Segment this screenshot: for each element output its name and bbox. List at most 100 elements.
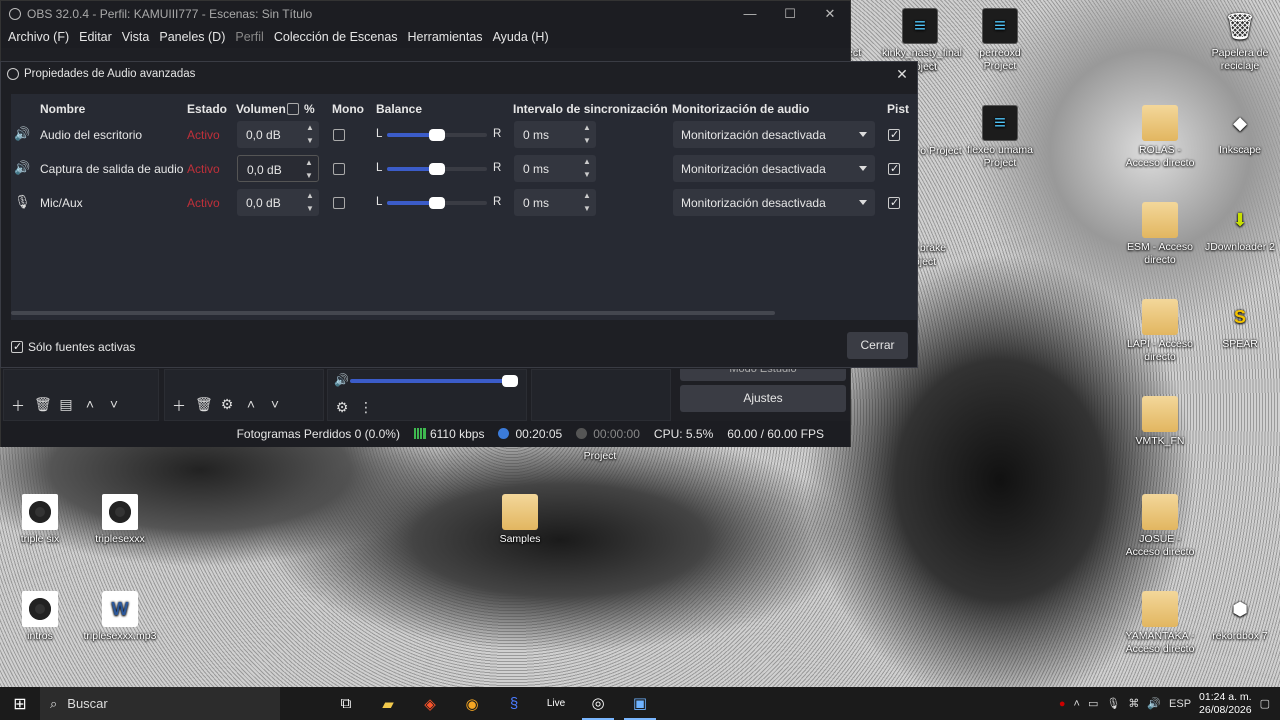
- more-vertical-icon[interactable]: ⋮: [358, 399, 374, 416]
- sync-offset-spinbox[interactable]: 0 ms ▲ ▼: [514, 189, 596, 216]
- chevron-up-icon[interactable]: ˄: [1074, 698, 1080, 710]
- menu-tools[interactable]: Herramientas: [403, 30, 488, 44]
- menu-profile[interactable]: Perfil: [230, 30, 268, 44]
- mono-checkbox[interactable]: [333, 129, 345, 141]
- settings-button[interactable]: Ajustes: [680, 385, 846, 412]
- chevron-up-icon[interactable]: ▲: [300, 156, 318, 169]
- desktop-icon-audio-file[interactable]: triple six: [2, 494, 78, 546]
- language-indicator[interactable]: ESP: [1169, 698, 1191, 710]
- balance-slider[interactable]: [387, 197, 487, 209]
- menu-docks[interactable]: Paneles (D): [154, 30, 230, 44]
- monitoring-select[interactable]: Monitorización desactivada: [673, 155, 875, 182]
- desktop-icon-spear[interactable]: S SPEAR: [1202, 299, 1278, 351]
- sync-offset-spinbox[interactable]: 0 ms ▲ ▼: [514, 121, 596, 148]
- app-tray-icon[interactable]: ●: [1059, 698, 1066, 710]
- chevron-up-icon[interactable]: ▲: [301, 121, 319, 134]
- microphone-icon[interactable]: 🎙: [1106, 697, 1120, 710]
- studio-mode-button[interactable]: Modo Estudio: [680, 369, 846, 381]
- volume-icon[interactable]: 🔊: [1147, 697, 1161, 710]
- menu-edit[interactable]: Editar: [74, 30, 117, 44]
- desktop-icon-inkscape[interactable]: ◆ Inkscape: [1202, 105, 1278, 157]
- mono-checkbox[interactable]: [333, 163, 345, 175]
- close-icon[interactable]: ✕: [810, 6, 850, 22]
- volume-spinbox[interactable]: 0,0 dB ▲ ▼: [237, 121, 319, 148]
- desktop-icon-audio-file[interactable]: triplesexxx: [82, 494, 158, 546]
- close-button[interactable]: Cerrar: [847, 332, 908, 359]
- trash-icon[interactable]: 🗑: [34, 396, 52, 416]
- taskbar-search[interactable]: ⌕ Buscar: [40, 687, 280, 720]
- notifications-icon[interactable]: ▢: [1260, 697, 1270, 710]
- arrow-down-icon[interactable]: ˅: [106, 396, 122, 416]
- arrow-down-icon[interactable]: ˅: [267, 396, 283, 416]
- add-icon[interactable]: ＋: [10, 396, 26, 416]
- track-checkbox[interactable]: [888, 128, 900, 141]
- horizontal-scrollbar[interactable]: [11, 311, 775, 315]
- only-active-checkbox[interactable]: [11, 340, 23, 353]
- sync-offset-spinbox[interactable]: 0 ms ▲ ▼: [514, 155, 596, 182]
- balance-slider[interactable]: [387, 163, 487, 175]
- chevron-up-icon[interactable]: ▲: [578, 121, 596, 134]
- chevron-up-icon[interactable]: ▲: [578, 155, 596, 168]
- close-icon[interactable]: ✕: [887, 66, 917, 83]
- add-icon[interactable]: ＋: [171, 396, 187, 416]
- minimize-icon[interactable]: —: [730, 6, 770, 22]
- windows-start-icon[interactable]: ⊞: [0, 694, 40, 714]
- desktop-icon-folder-shortcut[interactable]: YAMANTAKA - Acceso directo: [1122, 591, 1198, 656]
- desktop-icon-project[interactable]: flexeo umama Project: [962, 105, 1038, 170]
- arrow-up-icon[interactable]: ˄: [243, 396, 259, 416]
- balance-slider-handle[interactable]: [429, 129, 445, 141]
- task-view-icon[interactable]: ⧉: [330, 687, 362, 720]
- mixer-volume-slider[interactable]: [350, 375, 518, 387]
- desktop-icon-folder-shortcut[interactable]: ESM - Acceso directo: [1122, 202, 1198, 267]
- desktop-icon-folder[interactable]: VMTK_FN: [1122, 396, 1198, 448]
- menu-scene-collection[interactable]: Colección de Escenas: [269, 30, 403, 44]
- network-icon[interactable]: ⌘: [1128, 697, 1139, 710]
- chevron-down-icon[interactable]: ▼: [301, 202, 319, 215]
- desktop-icon-folder[interactable]: Samples: [482, 494, 558, 546]
- track-checkbox[interactable]: [888, 196, 900, 209]
- app-icon[interactable]: §: [498, 687, 530, 720]
- app-icon[interactable]: ◉: [456, 687, 488, 720]
- chevron-down-icon[interactable]: ▼: [300, 169, 318, 182]
- obs-taskbar-icon[interactable]: ◎: [582, 687, 614, 720]
- desktop-icon-rekordbox[interactable]: ⬢ rekordbox 7: [1202, 591, 1278, 643]
- obs-titlebar[interactable]: OBS 32.0.4 - Perfil: KAMUIII777 - Escena…: [1, 1, 850, 26]
- trash-icon[interactable]: 🗑: [195, 396, 213, 416]
- desktop-icon-word-file[interactable]: W triplesexxx.mp3: [82, 591, 158, 643]
- brave-browser-icon[interactable]: ◈: [414, 687, 446, 720]
- monitoring-select[interactable]: Monitorización desactivada: [673, 121, 875, 148]
- gears-icon[interactable]: ⚙: [334, 399, 350, 416]
- desktop-icon-audio-file[interactable]: intros: [2, 591, 78, 643]
- volume-spinbox[interactable]: 0,0 dB ▲ ▼: [237, 189, 319, 216]
- file-explorer-icon[interactable]: ▰: [372, 687, 404, 720]
- volume-spinbox[interactable]: 0,0 dB ▲ ▼: [237, 155, 319, 182]
- desktop-icon-folder-shortcut[interactable]: LAPI - Acceso directo: [1122, 299, 1198, 364]
- clock[interactable]: 01:24 a. m. 26/08/2026: [1199, 691, 1252, 717]
- desktop-icon-folder-shortcut[interactable]: JOSUE - Acceso directo: [1122, 494, 1198, 559]
- filter-icon[interactable]: ▤: [58, 396, 74, 416]
- dialog-titlebar[interactable]: Propiedades de Audio avanzadas ✕: [1, 62, 917, 86]
- desktop-icon-project[interactable]: perreoxd Project: [962, 8, 1038, 73]
- speaker-icon[interactable]: 🔊: [334, 373, 349, 387]
- arrow-up-icon[interactable]: ˄: [82, 396, 98, 416]
- gear-icon[interactable]: ⚙: [219, 396, 235, 416]
- chevron-up-icon[interactable]: ▲: [301, 189, 319, 202]
- chevron-down-icon[interactable]: ▼: [578, 202, 596, 215]
- desktop-icon-folder-shortcut[interactable]: ROLAS - Acceso directo: [1122, 105, 1198, 170]
- percent-checkbox[interactable]: [287, 103, 299, 115]
- chevron-down-icon[interactable]: ▼: [301, 134, 319, 147]
- menu-file[interactable]: Archivo (F): [3, 30, 74, 44]
- ableton-live-icon[interactable]: Live: [540, 687, 572, 720]
- menu-view[interactable]: Vista: [117, 30, 155, 44]
- chevron-down-icon[interactable]: ▼: [578, 134, 596, 147]
- balance-slider-handle[interactable]: [429, 197, 445, 209]
- monitoring-select[interactable]: Monitorización desactivada: [673, 189, 875, 216]
- balance-slider-handle[interactable]: [429, 163, 445, 175]
- mono-checkbox[interactable]: [333, 197, 345, 209]
- battery-icon[interactable]: ▭: [1088, 697, 1098, 710]
- desktop-icon-jdownloader[interactable]: ⬇ JDownloader 2: [1202, 202, 1278, 254]
- only-active-sources-toggle[interactable]: Sólo fuentes activas: [11, 340, 135, 354]
- balance-slider[interactable]: [387, 129, 487, 141]
- maximize-icon[interactable]: ☐: [770, 6, 810, 22]
- track-checkbox[interactable]: [888, 162, 900, 175]
